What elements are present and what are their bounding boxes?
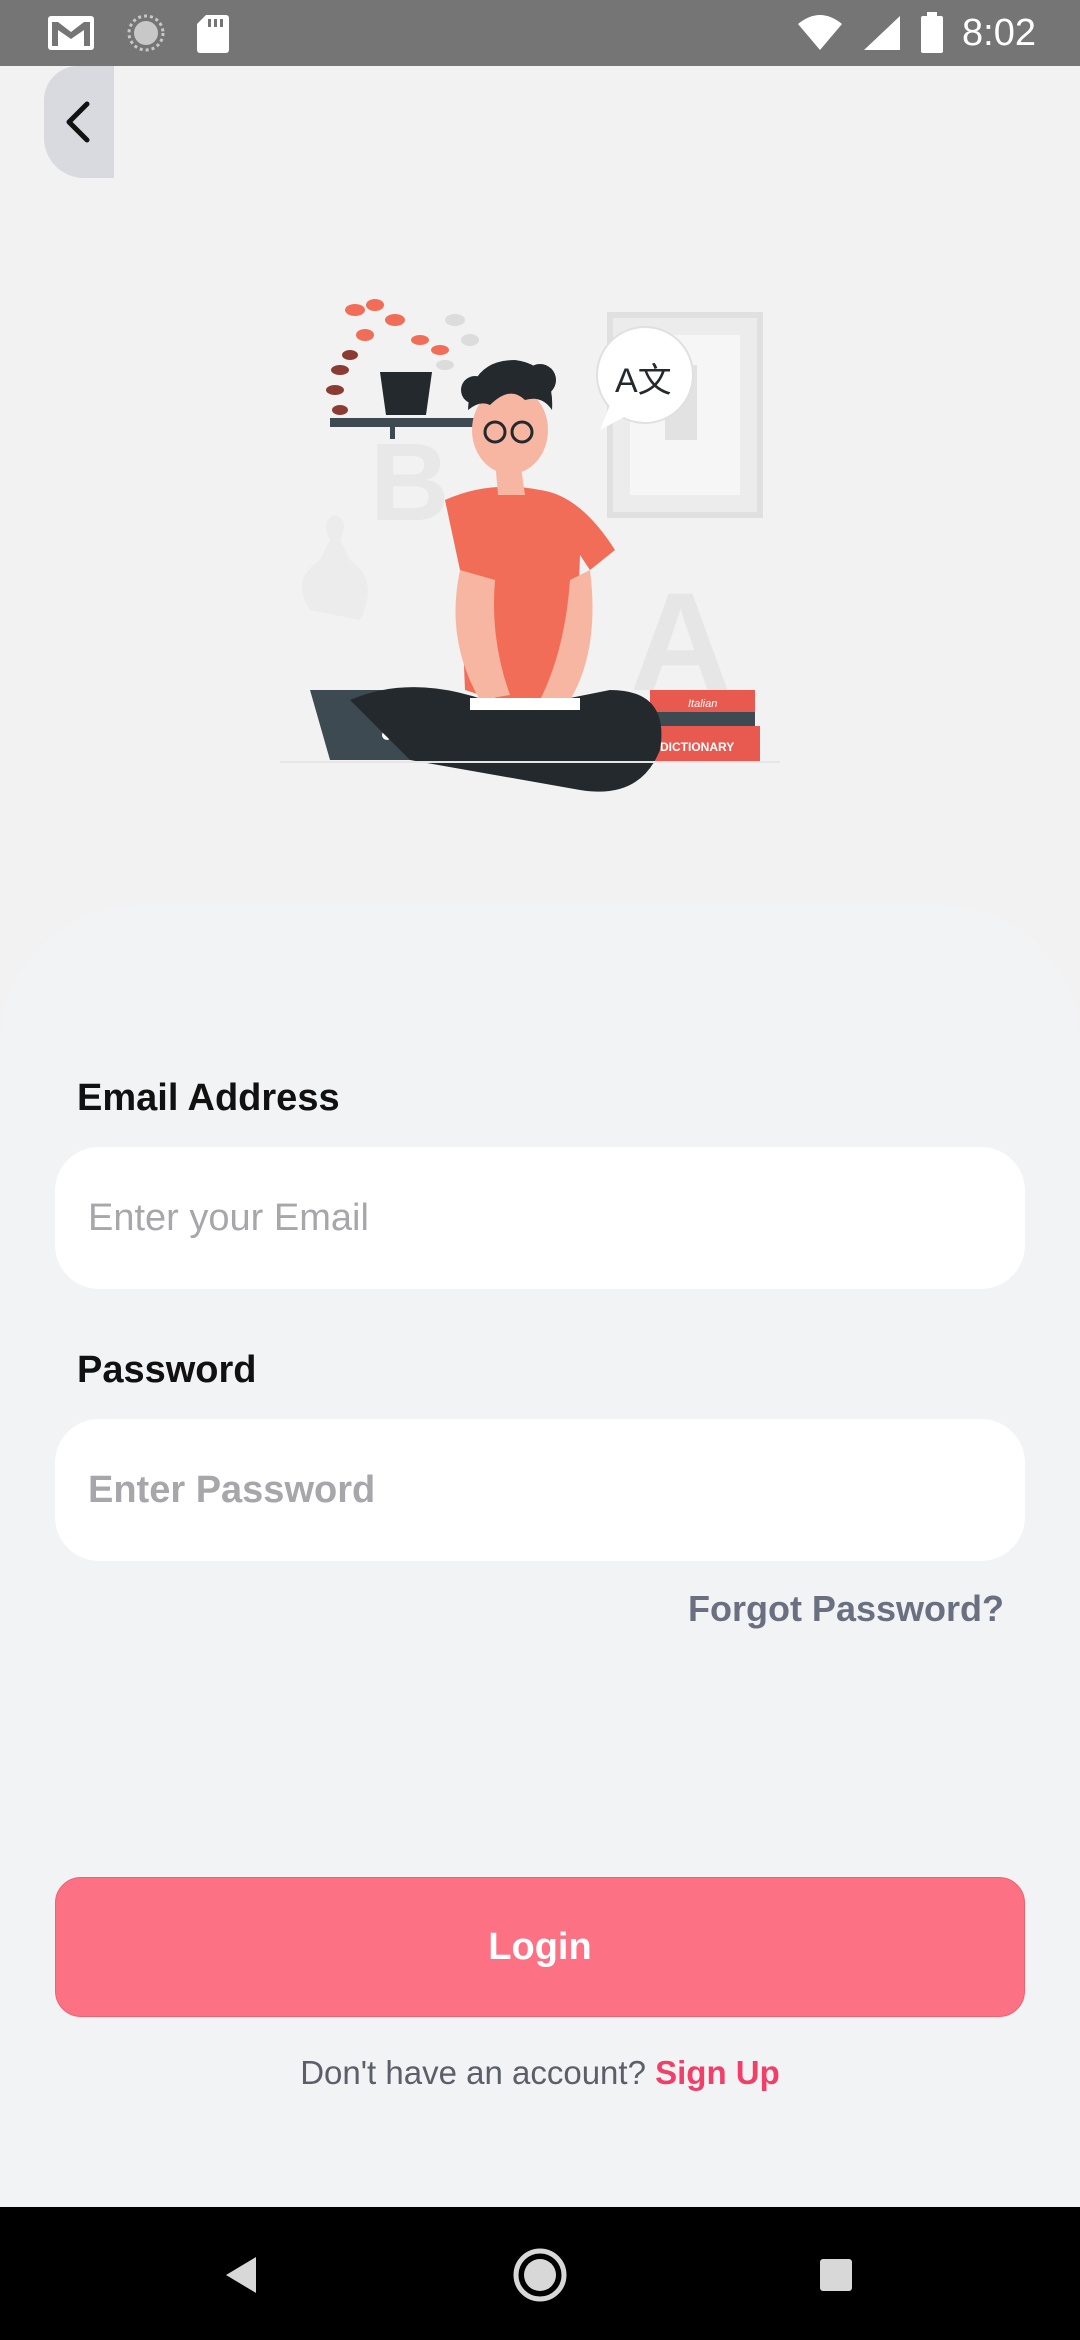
battery-icon xyxy=(921,12,944,53)
clock: 8:02 xyxy=(962,11,1036,54)
book-label-dictionary: DICTIONARY xyxy=(660,740,734,754)
translate-glyph: A文 xyxy=(615,362,672,400)
wifi-icon xyxy=(798,15,843,50)
back-nav-icon[interactable] xyxy=(222,2255,260,2295)
login-button[interactable]: Login xyxy=(55,1877,1025,2017)
bg-letter-b: B xyxy=(370,421,449,544)
signup-link[interactable]: Sign Up xyxy=(655,2054,780,2091)
notification-icons xyxy=(46,10,230,56)
chevron-left-icon xyxy=(66,101,90,143)
password-field[interactable] xyxy=(55,1419,1025,1561)
illustration-person-studying: B A Italian DICTIONARY A文 xyxy=(280,299,780,792)
email-label: Email Address xyxy=(77,1077,340,1119)
signal-icon xyxy=(864,16,901,50)
book-label-italian: Italian xyxy=(688,698,717,710)
system-icons: 8:02 xyxy=(796,0,1036,66)
home-nav-icon[interactable] xyxy=(512,2247,568,2303)
forgot-password-link[interactable]: Forgot Password? xyxy=(688,1588,1004,1630)
navigation-bar xyxy=(0,2207,1080,2340)
password-label: Password xyxy=(77,1349,257,1391)
back-button[interactable] xyxy=(44,66,114,178)
email-field[interactable] xyxy=(55,1147,1025,1289)
signup-row: Don't have an account? Sign Up xyxy=(0,2054,1080,2092)
gmail-icon xyxy=(48,16,94,50)
recents-nav-icon[interactable] xyxy=(818,2257,854,2293)
signup-prompt: Don't have an account? xyxy=(300,2054,656,2091)
status-bar: 8:02 xyxy=(0,0,1080,66)
sync-icon xyxy=(127,14,165,52)
sd-card-icon xyxy=(197,15,229,53)
